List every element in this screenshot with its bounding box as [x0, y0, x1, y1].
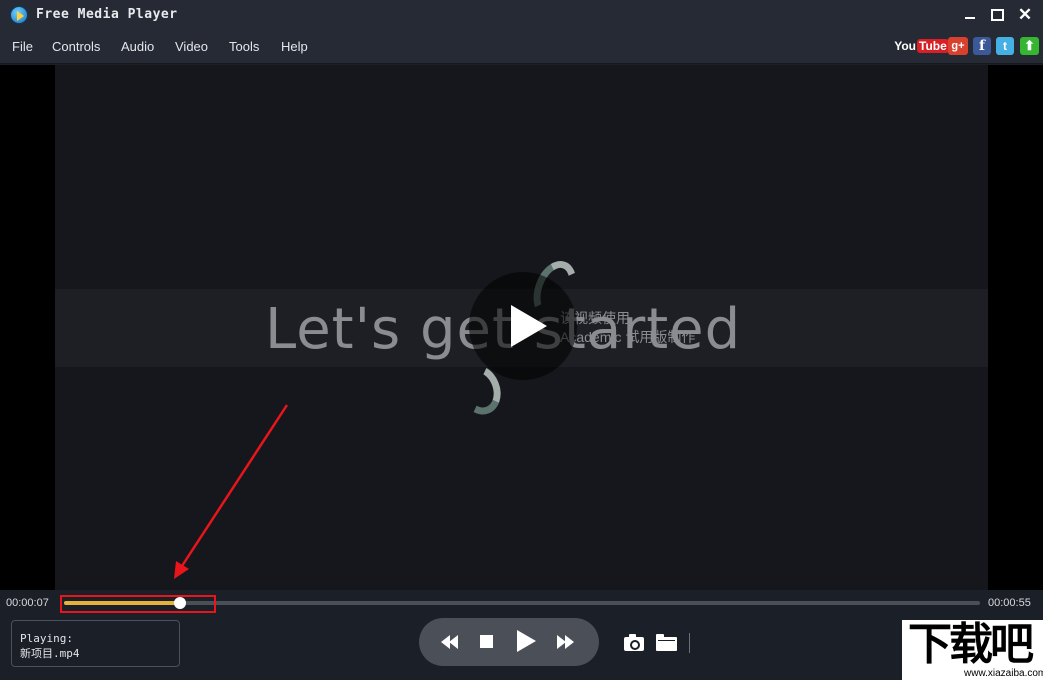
current-time: 00:00:07: [6, 597, 49, 609]
close-button[interactable]: ✕: [1015, 5, 1035, 25]
fast-forward-icon[interactable]: [557, 635, 575, 649]
youtube-you-text: You: [894, 39, 916, 53]
menu-bar: File Controls Audio Video Tools Help: [0, 30, 1043, 64]
maximize-button[interactable]: [987, 5, 1007, 25]
menu-audio[interactable]: Audio: [121, 39, 154, 54]
snapshot-camera-icon[interactable]: [624, 634, 644, 651]
now-playing-label: Playing:: [20, 632, 73, 645]
menu-file[interactable]: File: [12, 39, 33, 54]
window-title: Free Media Player: [36, 7, 178, 22]
menu-video[interactable]: Video: [175, 39, 208, 54]
transport-controls: [419, 618, 599, 666]
menu-help[interactable]: Help: [281, 39, 308, 54]
media-player-window: Free Media Player ✕ File Controls Audio …: [0, 0, 1043, 680]
google-plus-icon[interactable]: g+: [948, 37, 968, 55]
video-area[interactable]: Let's get started 该视频使用 Academic 试用版制作: [0, 65, 1043, 590]
stop-icon[interactable]: [480, 635, 493, 648]
rewind-icon[interactable]: [441, 635, 459, 649]
total-time: 00:00:55: [988, 597, 1031, 609]
facebook-icon[interactable]: f: [973, 37, 991, 55]
minimize-button[interactable]: [960, 5, 980, 25]
site-logo-watermark: 下载吧 www.xiazaiba.com: [902, 620, 1043, 680]
site-logo-text: 下载吧: [908, 619, 1034, 670]
update-icon[interactable]: ⬆: [1020, 37, 1039, 55]
menu-tools[interactable]: Tools: [229, 39, 259, 54]
title-bar: Free Media Player ✕: [0, 0, 1043, 30]
site-logo-url: www.xiazaiba.com: [964, 668, 1043, 679]
open-folder-icon[interactable]: [656, 634, 677, 651]
twitter-icon[interactable]: t: [996, 37, 1014, 55]
app-logo-icon: [10, 6, 28, 24]
menu-controls[interactable]: Controls: [52, 39, 100, 54]
youtube-icon[interactable]: You Tube: [894, 37, 949, 55]
video-frame: Let's get started 该视频使用 Academic 试用版制作: [55, 65, 988, 590]
watermark-en-text: Academic 试用版制作: [560, 329, 696, 345]
center-play-icon[interactable]: [469, 272, 577, 380]
now-playing-filename: 新项目.mp4: [20, 647, 80, 660]
annotation-highlight-box: [60, 595, 216, 613]
youtube-tube-text: Tube: [917, 39, 949, 53]
play-icon[interactable]: [517, 630, 537, 652]
toolbar-divider: [689, 633, 690, 653]
now-playing-panel: Playing: 新项目.mp4: [11, 620, 180, 667]
